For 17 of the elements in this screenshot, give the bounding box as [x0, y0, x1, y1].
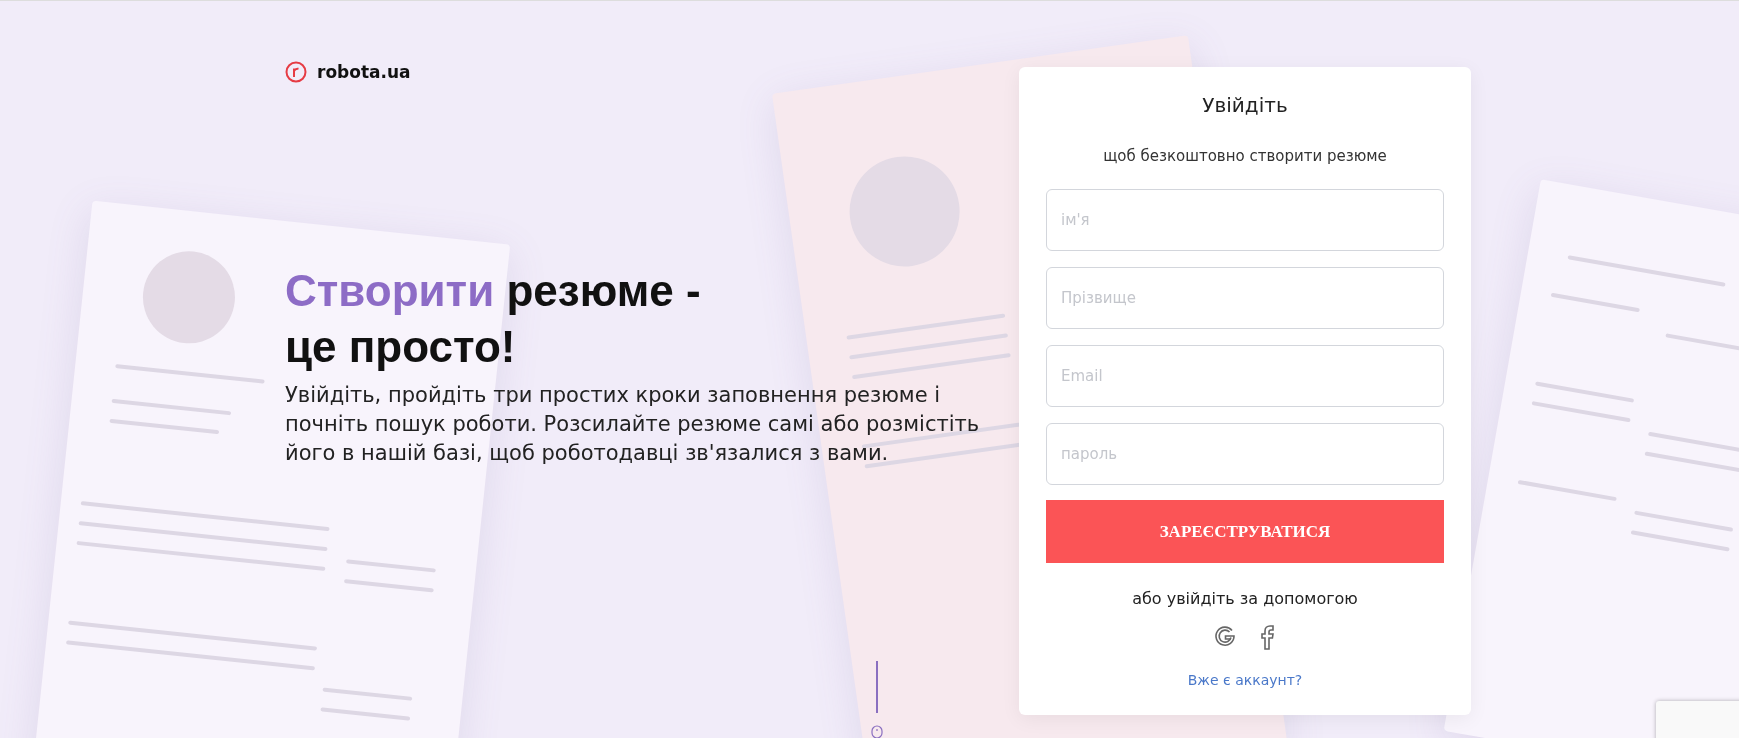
- headline: Створити резюме - це просто!: [285, 265, 702, 373]
- input-field[interactable]: Email: [1046, 345, 1444, 407]
- form-subtitle: щоб безкоштовно створити резюме: [1103, 147, 1387, 165]
- social-login-label: або увійдіть за допомогою: [1132, 589, 1358, 608]
- input-field[interactable]: пароль: [1046, 423, 1444, 485]
- input-field[interactable]: Прізвище: [1046, 267, 1444, 329]
- facebook-icon[interactable]: [1259, 624, 1277, 650]
- form-title: Увійдіть: [1202, 93, 1288, 117]
- register-button[interactable]: ЗАРЕЄСТРУВАТИСЯ: [1046, 500, 1444, 563]
- scroll-indicator-line: [876, 661, 878, 713]
- logo-text[interactable]: robota.ua: [317, 62, 411, 82]
- login-link[interactable]: Вже є аккаунт?: [1187, 672, 1303, 688]
- mouse-icon: [870, 725, 884, 738]
- input-field[interactable]: ім'я: [1046, 189, 1444, 251]
- google-icon[interactable]: [1213, 624, 1237, 648]
- description-text: Увійдіть, пройдіть три простих кроки заповнення резюме і почніть пошук роботи. Розсилайте резюме самі або розмістіть його в нашій базі, щоб роботодавці зв'язалися з вами.: [285, 382, 981, 467]
- logo-icon: [285, 61, 307, 83]
